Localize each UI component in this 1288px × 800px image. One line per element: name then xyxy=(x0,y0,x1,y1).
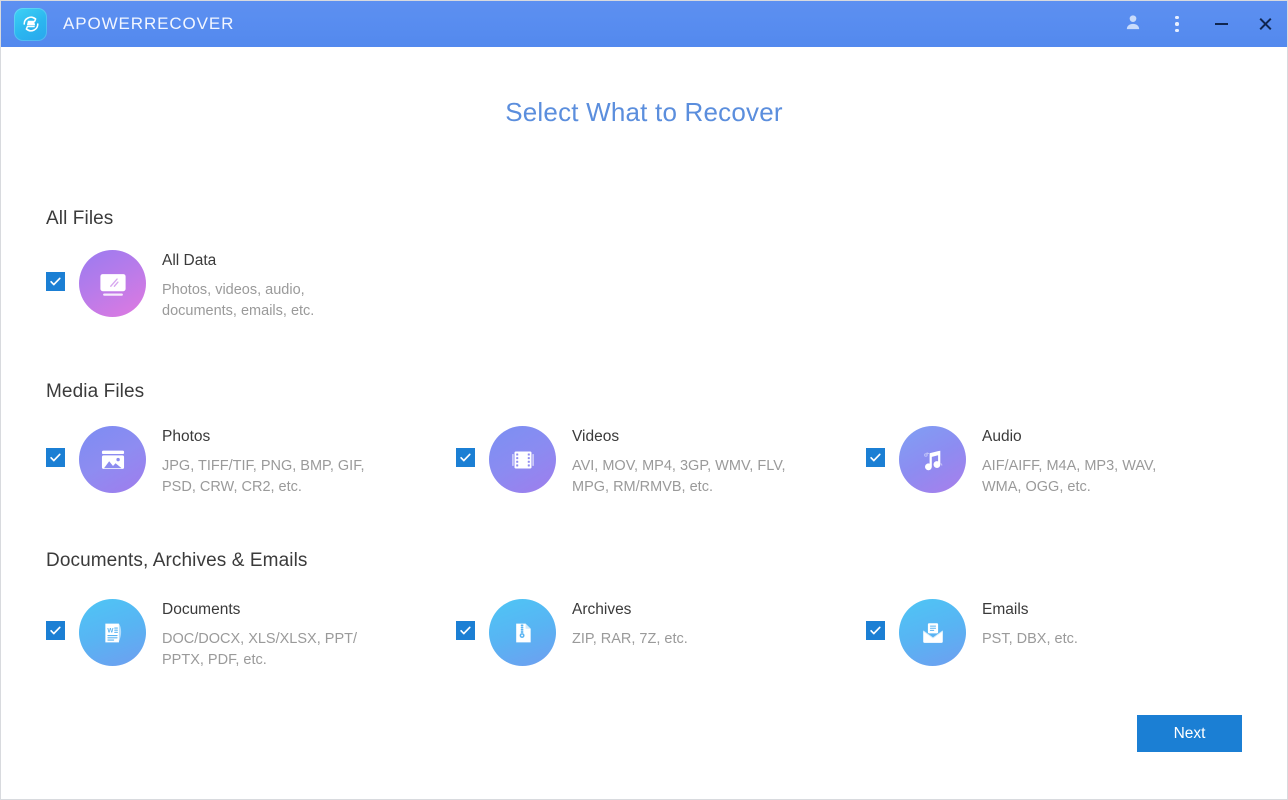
user-account-icon xyxy=(1123,12,1143,37)
option-all-data[interactable]: All Data Photos, videos, audio, document… xyxy=(46,250,456,322)
option-text-photos: Photos JPG, TIFF/TIF, PNG, BMP, GIF, PSD… xyxy=(162,426,365,498)
main-content: Select What to Recover All Files xyxy=(1,47,1287,799)
checkbox-emails[interactable] xyxy=(866,621,885,640)
option-desc-photos: JPG, TIFF/TIF, PNG, BMP, GIF, PSD, CRW, … xyxy=(162,456,365,498)
option-text-documents: Documents DOC/DOCX, XLS/XLSX, PPT/ PPTX,… xyxy=(162,599,357,671)
film-strip-icon xyxy=(489,426,556,493)
option-desc-audio: AIF/AIFF, M4A, MP3, WAV, WMA, OGG, etc. xyxy=(982,456,1156,498)
checkbox-videos[interactable] xyxy=(456,448,475,467)
option-name-archives: Archives xyxy=(572,600,688,620)
option-videos[interactable]: Videos AVI, MOV, MP4, 3GP, WMV, FLV, MPG… xyxy=(456,426,866,498)
title-bar: APOWERRECOVER xyxy=(1,1,1287,47)
option-text-videos: Videos AVI, MOV, MP4, 3GP, WMV, FLV, MPG… xyxy=(572,426,786,498)
option-desc-emails: PST, DBX, etc. xyxy=(982,629,1078,650)
option-desc-videos: AVI, MOV, MP4, 3GP, WMV, FLV, MPG, RM/RM… xyxy=(572,456,786,498)
checkbox-documents[interactable] xyxy=(46,621,65,640)
section-documents-items: W Documents DOC/DOCX, XLS/XLSX, PPT/ PPT… xyxy=(46,599,1242,671)
minimize-button[interactable] xyxy=(1199,1,1243,47)
checkbox-archives[interactable] xyxy=(456,621,475,640)
page-title: Select What to Recover xyxy=(46,47,1242,128)
menu-button[interactable] xyxy=(1155,1,1199,47)
minimize-icon xyxy=(1215,23,1228,25)
close-icon xyxy=(1258,17,1273,32)
account-button[interactable] xyxy=(1111,1,1155,47)
monitor-screen-icon xyxy=(79,250,146,317)
section-title-all-files: All Files xyxy=(46,208,113,230)
checkbox-photos[interactable] xyxy=(46,448,65,467)
option-name-all-data: All Data xyxy=(162,251,314,271)
option-documents[interactable]: W Documents DOC/DOCX, XLS/XLSX, PPT/ PPT… xyxy=(46,599,456,671)
titlebar-actions xyxy=(1111,1,1287,47)
option-emails[interactable]: Emails PST, DBX, etc. xyxy=(866,599,1276,671)
option-text-all-data: All Data Photos, videos, audio, document… xyxy=(162,250,314,322)
option-name-photos: Photos xyxy=(162,427,365,447)
app-window: APOWERRECOVER xyxy=(0,0,1288,800)
checkbox-audio[interactable] xyxy=(866,448,885,467)
section-title-media-files: Media Files xyxy=(46,381,144,403)
option-desc-all-data: Photos, videos, audio, documents, emails… xyxy=(162,280,314,322)
envelope-icon xyxy=(899,599,966,666)
option-audio[interactable]: Audio AIF/AIFF, M4A, MP3, WAV, WMA, OGG,… xyxy=(866,426,1276,498)
section-media-files-items: Photos JPG, TIFF/TIF, PNG, BMP, GIF, PSD… xyxy=(46,426,1242,498)
word-document-icon: W xyxy=(79,599,146,666)
option-name-audio: Audio xyxy=(982,427,1156,447)
next-button[interactable]: Next xyxy=(1137,715,1242,752)
zip-file-icon xyxy=(489,599,556,666)
option-desc-archives: ZIP, RAR, 7Z, etc. xyxy=(572,629,688,650)
option-text-archives: Archives ZIP, RAR, 7Z, etc. xyxy=(572,599,688,650)
option-name-emails: Emails xyxy=(982,600,1078,620)
section-all-files-items: All Data Photos, videos, audio, document… xyxy=(46,250,1242,322)
option-text-audio: Audio AIF/AIFF, M4A, MP3, WAV, WMA, OGG,… xyxy=(982,426,1156,498)
close-button[interactable] xyxy=(1243,1,1287,47)
option-desc-documents: DOC/DOCX, XLS/XLSX, PPT/ PPTX, PDF, etc. xyxy=(162,629,357,671)
svg-text:W: W xyxy=(107,627,113,634)
checkbox-all-data[interactable] xyxy=(46,272,65,291)
app-title: APOWERRECOVER xyxy=(63,14,234,34)
picture-frame-icon xyxy=(79,426,146,493)
app-logo-icon xyxy=(14,8,47,41)
option-name-videos: Videos xyxy=(572,427,786,447)
music-note-icon xyxy=(899,426,966,493)
section-title-documents: Documents, Archives & Emails xyxy=(46,550,308,572)
option-archives[interactable]: Archives ZIP, RAR, 7Z, etc. xyxy=(456,599,866,671)
option-text-emails: Emails PST, DBX, etc. xyxy=(982,599,1078,650)
more-vertical-icon xyxy=(1175,16,1179,33)
option-name-documents: Documents xyxy=(162,600,357,620)
option-photos[interactable]: Photos JPG, TIFF/TIF, PNG, BMP, GIF, PSD… xyxy=(46,426,456,498)
